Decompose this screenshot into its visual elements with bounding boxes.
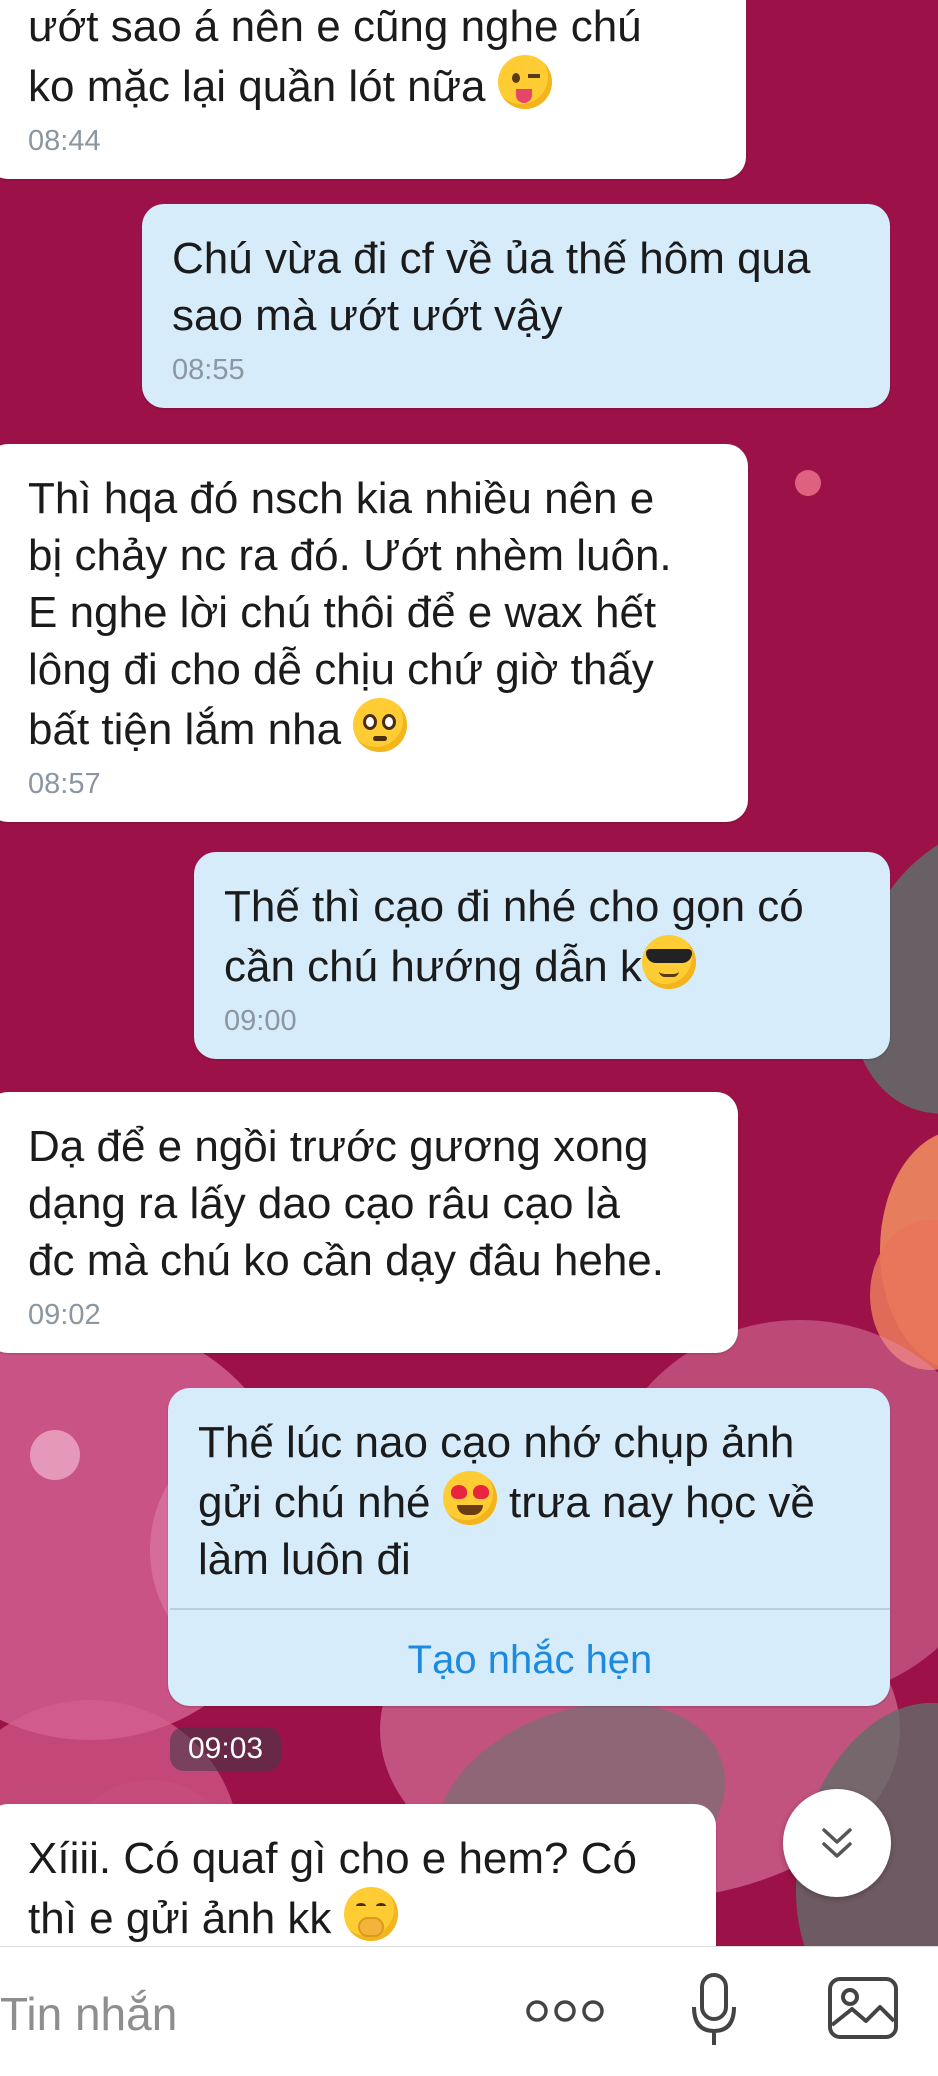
scroll-to-bottom-button[interactable]	[783, 1789, 891, 1897]
message-text-line: thì e gửi ảnh kk	[28, 1887, 688, 1947]
message-time: 09:00	[224, 1005, 297, 1037]
message-text-line: làm luôn đi	[198, 1535, 411, 1584]
outgoing-message[interactable]: Thế thì cạo đi nhé cho gọn có cần chú hư…	[194, 852, 890, 1059]
message-text: thì e gửi ảnh kk	[28, 1894, 332, 1943]
outgoing-message[interactable]: Chú vừa đi cf về ủa thế hôm qua sao mà ư…	[142, 204, 890, 408]
incoming-message[interactable]: Dạ để e ngồi trước gương xong dạng ra lấ…	[0, 1092, 738, 1353]
gallery-icon	[828, 1977, 898, 2039]
message-text-line: ướt sao á nên e cũng nghe chú	[28, 2, 642, 51]
message-text-line: ko mặc lại quần lót nữa	[28, 55, 718, 115]
message-text-line: Dạ để e ngồi trước gương xong	[28, 1122, 649, 1171]
incoming-message[interactable]: Thì hqa đó nsch kia nhiều nên e bị chảy …	[0, 444, 748, 822]
message-time-badge: 09:03	[170, 1727, 282, 1771]
message-text-line: Chú vừa đi cf về ủa thế hôm qua	[172, 234, 811, 283]
message-text-line: gửi chú nhé trưa nay học về	[198, 1471, 862, 1531]
chat-area[interactable]: ướt sao á nên e cũng nghe chú ko mặc lại…	[0, 0, 938, 1967]
more-dots-icon	[526, 2000, 604, 2022]
message-time: 08:57	[28, 768, 101, 800]
message-time: 08:55	[172, 354, 245, 386]
gallery-button[interactable]	[826, 1975, 900, 2046]
message-text: cần chú hướng dẫn k	[224, 942, 642, 991]
message-text-line: sao mà ướt ướt vậy	[172, 291, 563, 340]
message-text-line: đc mà chú ko cần dạy đâu hehe.	[28, 1236, 664, 1285]
chevron-down-icon	[822, 1828, 852, 1858]
message-text-line: lông đi cho dễ chịu chứ giờ thấy	[28, 645, 654, 694]
message-time: 09:02	[28, 1299, 101, 1331]
create-reminder-button[interactable]: Tạo nhắc hẹn	[198, 1610, 862, 1684]
message-text-line: Thế thì cạo đi nhé cho gọn có	[224, 882, 804, 931]
message-text-line: Thế lúc nao cạo nhớ chụp ảnh	[198, 1418, 795, 1467]
message-text-line: Xíiii. Có quaf gì cho e hem? Có	[28, 1834, 637, 1883]
outgoing-message[interactable]: Thế lúc nao cạo nhớ chụp ảnh gửi chú nhé…	[168, 1388, 890, 1706]
heart-eyes-emoji	[442, 1471, 497, 1525]
message-text-line: Thì hqa đó nsch kia nhiều nên e	[28, 474, 655, 523]
message-text: trưa nay học về	[508, 1478, 815, 1527]
incoming-message[interactable]: Xíiii. Có quaf gì cho e hem? Có thì e gử…	[0, 1804, 716, 1967]
message-text-line: dạng ra lấy dao cạo râu cạo là	[28, 1179, 620, 1228]
incoming-message[interactable]: ướt sao á nên e cũng nghe chú ko mặc lại…	[0, 0, 746, 179]
message-text-line: cần chú hướng dẫn k	[224, 935, 862, 995]
message-time: 08:44	[28, 125, 101, 157]
winking-tongue-emoji	[497, 55, 552, 109]
message-text: ko mặc lại quần lót nữa	[28, 62, 486, 111]
message-text-line: bị chảy nc ra đó. Ướt nhèm luôn.	[28, 531, 672, 580]
microphone-icon	[692, 1973, 736, 2045]
message-text: gửi chú nhé	[198, 1478, 431, 1527]
message-composer	[0, 1946, 938, 2076]
voice-message-button[interactable]	[688, 1971, 740, 2056]
message-text-line: E nghe lời chú thôi để e wax hết	[28, 588, 657, 637]
message-input[interactable]	[0, 1979, 480, 2049]
message-text-line: bất tiện lắm nha	[28, 698, 720, 758]
message-text: bất tiện lắm nha	[28, 705, 342, 754]
hand-over-mouth-emoji	[343, 1887, 398, 1941]
more-button[interactable]	[524, 1983, 606, 2044]
pleading-face-emoji	[353, 698, 408, 752]
sunglasses-emoji	[641, 935, 696, 989]
